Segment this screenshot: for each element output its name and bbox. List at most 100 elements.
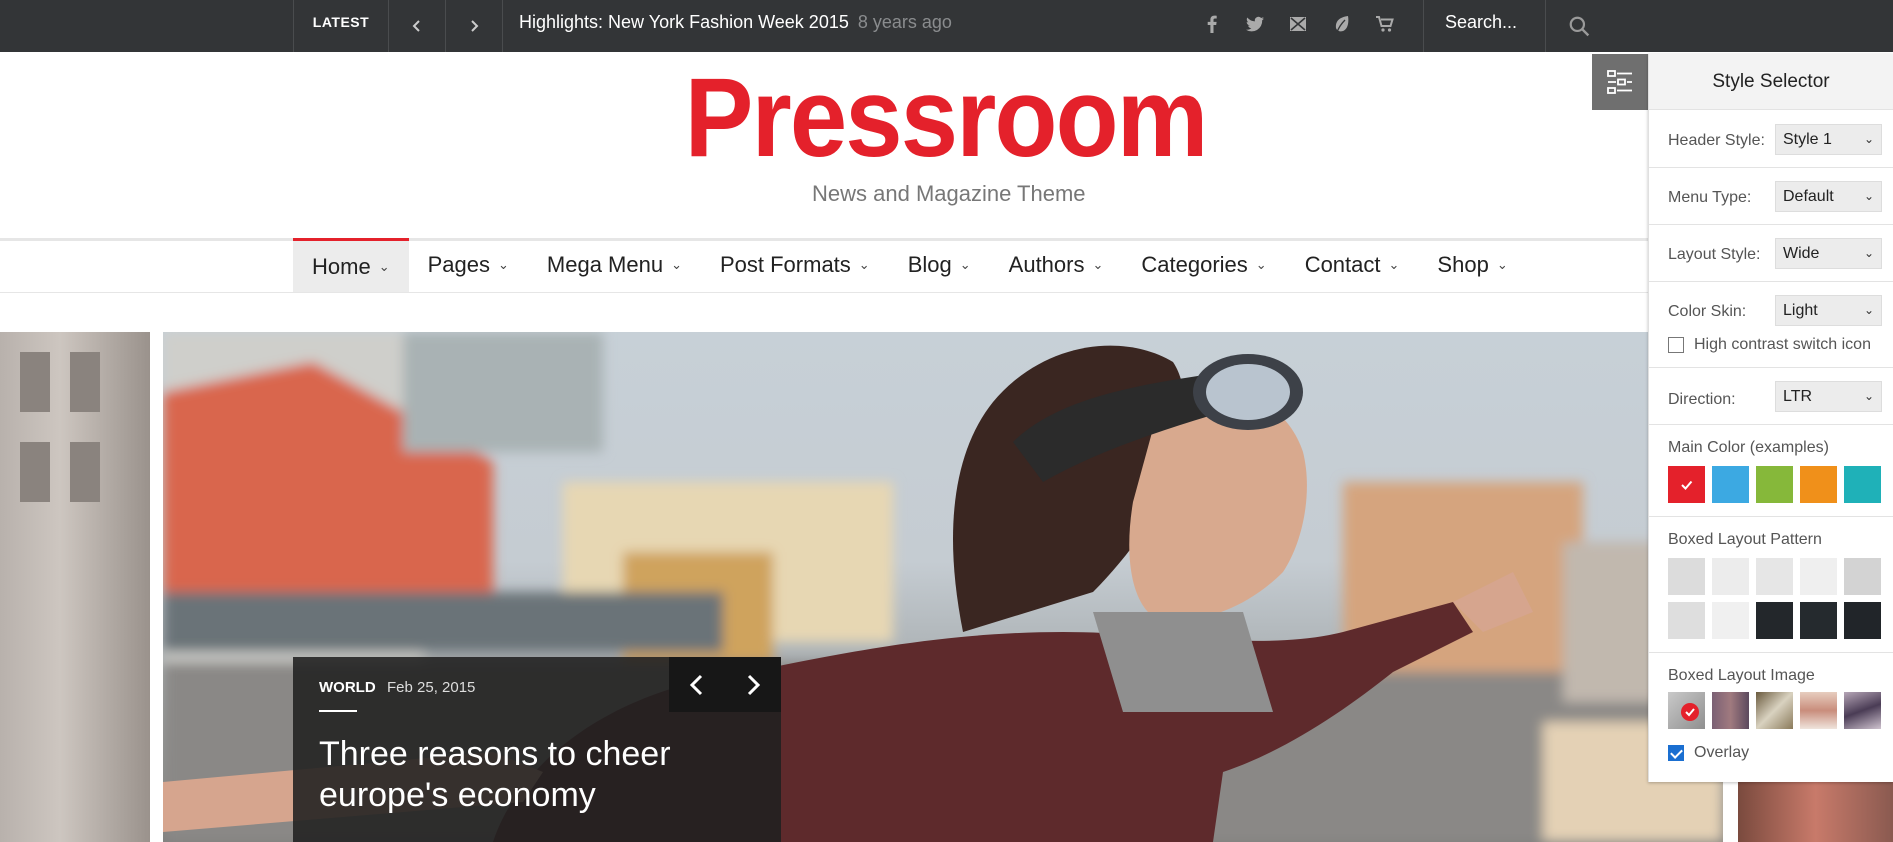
nav-divider-bottom xyxy=(0,292,1893,293)
slider-controls xyxy=(669,657,781,712)
chevron-down-icon: ⌄ xyxy=(959,257,971,272)
nav-item-authors[interactable]: Authors ⌄ xyxy=(990,238,1123,292)
twitter-icon[interactable] xyxy=(1243,12,1267,36)
pattern-swatch[interactable] xyxy=(1712,558,1749,595)
ticker-headline-age: 8 years ago xyxy=(857,12,952,32)
high-contrast-checkbox[interactable] xyxy=(1668,337,1684,353)
caption-rule xyxy=(319,710,357,712)
nav-item-pages[interactable]: Pages ⌄ xyxy=(409,238,528,292)
image-swatch[interactable] xyxy=(1756,692,1793,729)
top-bar: LATEST Highlights: New York Fashion Week… xyxy=(0,0,1893,52)
layout-style-label: Layout Style: xyxy=(1668,246,1761,263)
main-color-row: Main Color (examples) xyxy=(1649,425,1893,517)
image-swatch[interactable] xyxy=(1668,692,1705,729)
nav-item-contact[interactable]: Contact ⌄ xyxy=(1286,238,1419,292)
header-style-label: Header Style: xyxy=(1668,132,1765,149)
slider-prev-image[interactable] xyxy=(0,332,150,842)
pattern-swatch[interactable] xyxy=(1844,602,1881,639)
search-button[interactable] xyxy=(1545,0,1612,52)
boxed-image-row: Boxed Layout Image Overlay xyxy=(1649,653,1893,782)
header-style-row: Header Style: Style 1 ⌄ xyxy=(1649,111,1893,168)
menu-type-row: Menu Type: Default ⌄ xyxy=(1649,168,1893,225)
color-swatch-red[interactable] xyxy=(1668,466,1705,503)
pattern-swatch[interactable] xyxy=(1756,602,1793,639)
nav-item-categories[interactable]: Categories ⌄ xyxy=(1122,238,1285,292)
pattern-swatch[interactable] xyxy=(1712,602,1749,639)
post-date: Feb 25, 2015 xyxy=(387,679,476,696)
header-style-select[interactable]: Style 1 ⌄ xyxy=(1775,124,1882,155)
color-skin-select[interactable]: Light ⌄ xyxy=(1775,295,1882,326)
check-circle-icon xyxy=(1681,703,1699,721)
overlay-checkbox[interactable] xyxy=(1668,745,1684,761)
pattern-swatch[interactable] xyxy=(1668,558,1705,595)
chevron-down-icon: ⌄ xyxy=(858,257,870,272)
boxed-pattern-row: Boxed Layout Pattern xyxy=(1649,517,1893,653)
menu-type-select[interactable]: Default ⌄ xyxy=(1775,181,1882,212)
color-swatch-orange[interactable] xyxy=(1800,466,1837,503)
style-selector-toggle[interactable] xyxy=(1592,54,1648,110)
pattern-swatch[interactable] xyxy=(1668,602,1705,639)
ticker-headline-text[interactable]: Highlights: New York Fashion Week 2015 xyxy=(519,12,849,32)
nav-item-mega-menu[interactable]: Mega Menu ⌄ xyxy=(528,238,701,292)
main-nav: Home ⌄ Pages ⌄ Mega Menu ⌄ Post Formats ⌄ Bl… xyxy=(293,238,1527,292)
color-skin-row: Color Skin: Light ⌄ High contrast switch … xyxy=(1649,282,1893,368)
high-contrast-label[interactable]: High contrast switch icon xyxy=(1694,336,1871,354)
chevron-left-icon xyxy=(412,20,420,32)
layout-style-select[interactable]: Wide ⌄ xyxy=(1775,238,1882,269)
chevron-down-icon: ⌄ xyxy=(378,258,390,274)
chevron-down-icon: ⌄ xyxy=(1863,246,1874,260)
slider-next-button[interactable] xyxy=(725,657,781,712)
direction-label: Direction: xyxy=(1668,391,1736,408)
color-swatch-turquoise[interactable] xyxy=(1844,466,1881,503)
color-skin-label: Color Skin: xyxy=(1668,303,1747,320)
envato-icon[interactable] xyxy=(1286,12,1310,36)
nav-item-home[interactable]: Home ⌄ xyxy=(293,238,409,292)
image-swatch[interactable] xyxy=(1712,692,1749,729)
pattern-swatch[interactable] xyxy=(1844,558,1881,595)
color-swatch-blue[interactable] xyxy=(1712,466,1749,503)
pattern-swatch[interactable] xyxy=(1800,558,1837,595)
ticker-next-button[interactable] xyxy=(446,0,503,52)
chevron-down-icon: ⌄ xyxy=(1863,389,1874,403)
chevron-down-icon: ⌄ xyxy=(497,257,509,272)
pattern-swatch[interactable] xyxy=(1800,602,1837,639)
slider-prev-button[interactable] xyxy=(669,657,725,712)
chevron-down-icon: ⌄ xyxy=(1863,303,1874,317)
ticker-headline[interactable]: Highlights: New York Fashion Week 2015 8… xyxy=(519,12,952,33)
post-title[interactable]: Three reasons to cheer europe's economy xyxy=(319,734,679,816)
menu-type-label: Menu Type: xyxy=(1668,189,1752,206)
style-selector-title: Style Selector xyxy=(1649,54,1893,110)
overlay-label[interactable]: Overlay xyxy=(1694,744,1749,762)
pattern-swatch[interactable] xyxy=(1756,558,1793,595)
main-color-label: Main Color (examples) xyxy=(1668,439,1829,456)
chevron-left-icon xyxy=(689,674,703,695)
chevron-down-icon: ⌄ xyxy=(1496,257,1508,272)
chevron-right-icon xyxy=(747,674,761,695)
nav-item-shop[interactable]: Shop ⌄ xyxy=(1418,238,1526,292)
style-selector-panel: Style Selector Header Style: Style 1 ⌄ Me… xyxy=(1648,54,1893,782)
ticker-prev-button[interactable] xyxy=(389,0,446,52)
post-category[interactable]: WORLD xyxy=(319,679,376,696)
chevron-right-icon xyxy=(471,20,479,32)
boxed-image-label: Boxed Layout Image xyxy=(1668,667,1815,684)
chevron-down-icon: ⌄ xyxy=(1863,132,1874,146)
color-swatch-green[interactable] xyxy=(1756,466,1793,503)
cart-icon[interactable] xyxy=(1373,12,1397,36)
chevron-down-icon: ⌄ xyxy=(1255,257,1267,272)
search-icon xyxy=(1569,16,1590,37)
leaf-icon[interactable] xyxy=(1330,12,1354,36)
direction-row: Direction: LTR ⌄ xyxy=(1649,368,1893,425)
hero-caption: WORLD Feb 25, 2015 Three reasons to chee… xyxy=(293,657,781,842)
layout-style-row: Layout Style: Wide ⌄ xyxy=(1649,225,1893,282)
image-swatch[interactable] xyxy=(1800,692,1837,729)
facebook-icon[interactable] xyxy=(1200,12,1224,36)
image-swatch[interactable] xyxy=(1844,692,1881,729)
nav-item-post-formats[interactable]: Post Formats ⌄ xyxy=(701,238,889,292)
direction-select[interactable]: LTR ⌄ xyxy=(1775,381,1882,412)
slider-next-image[interactable] xyxy=(1738,781,1893,842)
site-tagline: News and Magazine Theme xyxy=(812,181,1086,206)
chevron-down-icon: ⌄ xyxy=(671,257,682,272)
latest-label: LATEST xyxy=(293,0,389,52)
nav-item-blog[interactable]: Blog ⌄ xyxy=(889,238,990,292)
boxed-pattern-label: Boxed Layout Pattern xyxy=(1668,531,1822,548)
